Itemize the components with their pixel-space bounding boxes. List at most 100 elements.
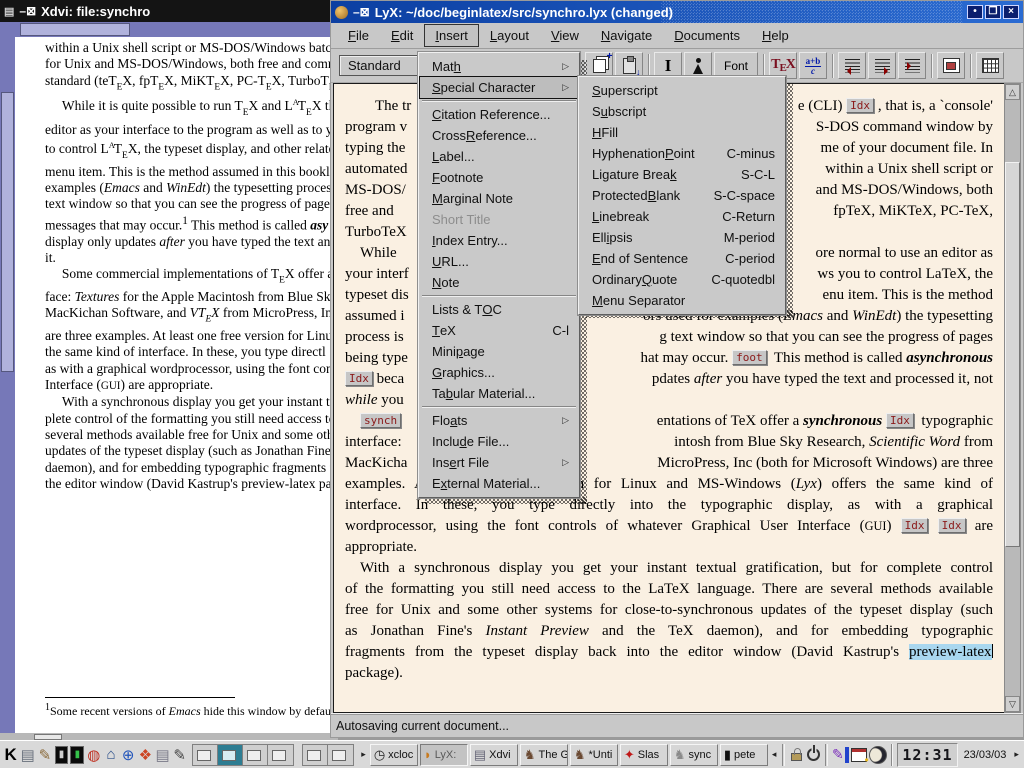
insert-menu-item-math[interactable]: Math▷ bbox=[420, 56, 578, 77]
pager-desktop-4[interactable] bbox=[268, 745, 293, 765]
insert-menu-item-cross-reference[interactable]: Cross Reference... bbox=[420, 125, 578, 146]
special-character-item-menu-separator[interactable]: Menu Separator bbox=[580, 290, 784, 311]
desktop-pager[interactable] bbox=[192, 744, 294, 766]
maximize-button[interactable]: ❐ bbox=[985, 5, 1001, 19]
insert-menu-item-note[interactable]: Note bbox=[420, 272, 578, 293]
xdvi-vscroll-thumb[interactable] bbox=[1, 92, 14, 372]
special-character-item-subscript[interactable]: Subscript bbox=[580, 101, 784, 122]
help-icon[interactable]: ◍ bbox=[86, 743, 101, 767]
menu-help[interactable]: Help bbox=[751, 24, 800, 47]
special-character-item-ellipsis[interactable]: EllipsisM-period bbox=[580, 227, 784, 248]
scroll-down-icon[interactable]: ▽ bbox=[1005, 696, 1020, 712]
pager-desktop-1[interactable] bbox=[193, 745, 218, 765]
xdvi-hscroll-thumb[interactable] bbox=[20, 23, 130, 36]
xdvi-horizontal-scrollbar[interactable] bbox=[0, 22, 338, 37]
footnote-toolbar-icon[interactable] bbox=[838, 52, 866, 79]
paste-icon[interactable] bbox=[615, 52, 643, 79]
insert-menu-item-marginal-note[interactable]: Marginal Note bbox=[420, 188, 578, 209]
task-button-sync[interactable]: ♞sync bbox=[670, 744, 718, 766]
task-button-slas[interactable]: ✦Slas bbox=[620, 744, 668, 766]
terminal-icon[interactable]: ▮ bbox=[55, 746, 69, 764]
menu-layout[interactable]: Layout bbox=[479, 24, 540, 47]
menu-edit[interactable]: Edit bbox=[380, 24, 424, 47]
math-mode-icon[interactable]: a+bc bbox=[799, 52, 827, 79]
insert-menu-item-short-title[interactable]: Short Title bbox=[420, 209, 578, 230]
insert-menu-item-url[interactable]: URL... bbox=[420, 251, 578, 272]
depth-toolbar-icon[interactable] bbox=[898, 52, 926, 79]
insert-menu-item-index-entry[interactable]: Index Entry... bbox=[420, 230, 578, 251]
insert-menu-item-floats[interactable]: Floats▷ bbox=[420, 410, 578, 431]
insert-menu-item-footnote[interactable]: Footnote bbox=[420, 167, 578, 188]
window-list-icon[interactable]: ▤ bbox=[20, 743, 35, 767]
insert-menu-item-lists-amp-toc[interactable]: Lists & TOC bbox=[420, 299, 578, 320]
insert-menu-item-tex[interactable]: TeXC-l bbox=[420, 320, 578, 341]
insert-menu-item-graphics[interactable]: Graphics... bbox=[420, 362, 578, 383]
insert-figure-icon[interactable] bbox=[937, 52, 965, 79]
lyx-vertical-scrollbar[interactable]: △ ▽ bbox=[1004, 83, 1021, 713]
task-button-unti[interactable]: ♞*Unti bbox=[570, 744, 618, 766]
kde-menu-button[interactable]: K bbox=[3, 743, 18, 767]
special-character-item-hyphenation-point[interactable]: Hyphenation PointC-minus bbox=[580, 143, 784, 164]
tray-expand-icon[interactable]: ▸ bbox=[1012, 749, 1021, 760]
home-icon[interactable]: ⌂ bbox=[103, 743, 118, 767]
scroll-up-icon[interactable]: △ bbox=[1005, 84, 1020, 100]
special-character-item-ordinary-quote[interactable]: Ordinary QuoteC-quotedbl bbox=[580, 269, 784, 290]
task-scroll-right-icon[interactable]: ▸ bbox=[359, 749, 368, 760]
editor-pen-icon[interactable]: ✎ bbox=[172, 743, 187, 767]
special-character-item-protected-blank[interactable]: Protected BlankS-C-space bbox=[580, 185, 784, 206]
insert-menu-item-external-material[interactable]: External Material... bbox=[420, 473, 578, 494]
sticky-pin-icon[interactable]: –⊠ bbox=[19, 4, 36, 18]
pager-desktop-3[interactable] bbox=[243, 745, 268, 765]
pager-extra-cell[interactable] bbox=[328, 745, 353, 765]
menu-file[interactable]: File bbox=[337, 24, 380, 47]
menu-navigate[interactable]: Navigate bbox=[590, 24, 663, 47]
task-button-xdvi[interactable]: ▤Xdvi bbox=[470, 744, 518, 766]
noun-person-icon[interactable] bbox=[684, 52, 712, 79]
konsole-icon[interactable]: ▮ bbox=[70, 746, 84, 764]
insert-table-icon[interactable] bbox=[976, 52, 1004, 79]
xdvi-vertical-scrollbar[interactable] bbox=[0, 37, 15, 733]
browser-globe-icon[interactable]: ⊕ bbox=[121, 743, 136, 767]
digital-clock[interactable]: 12:31 bbox=[897, 743, 957, 767]
layout-combo[interactable]: Standard bbox=[339, 55, 427, 76]
lock-screen-button[interactable] bbox=[789, 743, 804, 767]
copy-icon[interactable] bbox=[585, 52, 613, 79]
news-icon[interactable]: ❖ bbox=[138, 743, 153, 767]
xdvi-titlebar[interactable]: ▤ –⊠ Xdvi: file:synchro bbox=[0, 0, 338, 22]
pager-extra[interactable] bbox=[302, 744, 354, 766]
menu-documents[interactable]: Documents bbox=[663, 24, 751, 47]
insert-menu-item-tabular-material[interactable]: Tabular Material... bbox=[420, 383, 578, 404]
special-character-item-ligature-break[interactable]: Ligature BreakS-C-L bbox=[580, 164, 784, 185]
special-character-item-superscript[interactable]: Superscript bbox=[580, 80, 784, 101]
special-character-item-hfill[interactable]: HFill bbox=[580, 122, 784, 143]
special-character-item-end-of-sentence[interactable]: End of SentenceC-period bbox=[580, 248, 784, 269]
lyx-vscroll-thumb[interactable] bbox=[1005, 162, 1020, 547]
task-button-pete[interactable]: ▮pete bbox=[720, 744, 768, 766]
close-button[interactable]: × bbox=[1003, 5, 1019, 19]
klipper-icon[interactable]: ✎ bbox=[832, 746, 849, 763]
task-button-lyx[interactable]: ◗LyX: bbox=[420, 744, 468, 766]
task-scroll-left-icon[interactable]: ◂ bbox=[770, 749, 779, 760]
special-character-item-linebreak[interactable]: LinebreakC-Return bbox=[580, 206, 784, 227]
sticky-pin-icon[interactable]: –⊠ bbox=[353, 5, 370, 19]
organizer-icon[interactable] bbox=[851, 743, 867, 767]
task-button-theg[interactable]: ♞The G bbox=[520, 744, 568, 766]
text-cursor-icon[interactable]: I bbox=[654, 52, 682, 79]
pager-extra-cell[interactable] bbox=[303, 745, 328, 765]
pager-desktop-2[interactable] bbox=[218, 745, 243, 765]
insert-menu-item-insert-file[interactable]: Insert File▷ bbox=[420, 452, 578, 473]
documents-icon[interactable]: ▤ bbox=[155, 743, 170, 767]
show-desktop-icon[interactable]: ✎ bbox=[37, 743, 52, 767]
tex-mode-icon[interactable]: TEX bbox=[769, 52, 797, 79]
insert-menu-item-label[interactable]: Label... bbox=[420, 146, 578, 167]
insert-menu-item-include-file[interactable]: Include File... bbox=[420, 431, 578, 452]
marginnote-toolbar-icon[interactable] bbox=[868, 52, 896, 79]
lyx-titlebar[interactable]: –⊠ LyX: ~/doc/beginlatex/src/synchro.lyx… bbox=[331, 1, 1023, 23]
logout-button[interactable] bbox=[806, 743, 821, 767]
menu-insert[interactable]: Insert bbox=[424, 24, 479, 47]
insert-menu-item-minipage[interactable]: Minipage bbox=[420, 341, 578, 362]
insert-menu-item-special-character[interactable]: Special Character▷ bbox=[420, 77, 578, 98]
insert-menu-item-citation-reference[interactable]: Citation Reference... bbox=[420, 104, 578, 125]
font-button[interactable]: Font bbox=[714, 52, 758, 79]
task-button-xcloc[interactable]: ◷xcloc bbox=[370, 744, 418, 766]
